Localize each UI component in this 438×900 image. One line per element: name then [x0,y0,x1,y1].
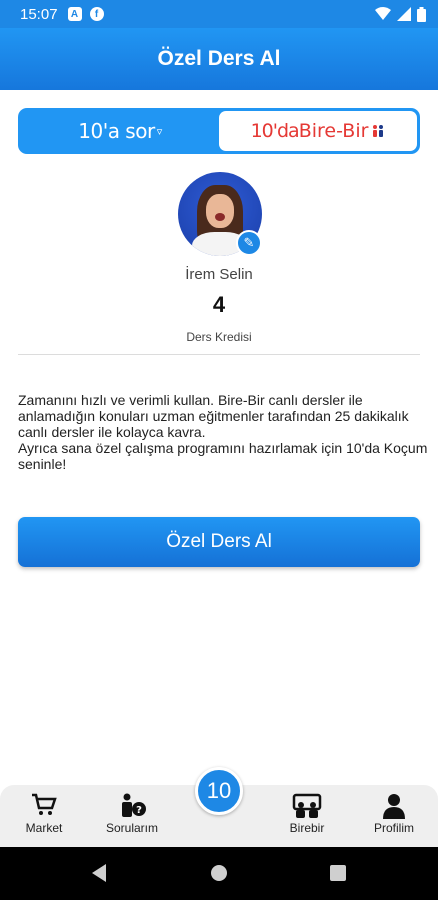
chevron-down-icon: ▿ [156,124,163,138]
nav-item-sorularim[interactable]: ? Sorularım [92,793,172,835]
status-bar: 15:07 A f [0,0,438,28]
page-title: Özel Ders Al [157,47,281,70]
back-icon[interactable] [92,864,106,882]
description-paragraph-1: Zamanını hızlı ve verimli kullan. Bire-B… [18,392,409,440]
wifi-icon [375,7,391,20]
tab-bire-bir-label: Bire-Bir [298,120,369,142]
edit-avatar-button[interactable]: ✎ [236,230,262,256]
android-nav-bar [0,847,438,900]
tab-10a-sor-label: 10'a sor [78,119,155,143]
pencil-icon: ✎ [243,235,255,250]
nav-label-market: Market [25,821,63,835]
nav-label-sorularim: Sorularım [105,821,158,835]
nav-item-birebir[interactable]: Birebir [267,793,347,835]
nav-item-profilim[interactable]: Profilim [354,793,434,835]
tab-10a-sor[interactable]: 10'a sor ▿ [21,111,219,151]
nav-label-profilim: Profilim [373,821,414,835]
nav-item-market[interactable]: Market [4,793,84,835]
battery-icon [417,6,426,22]
private-lesson-button[interactable]: Özel Ders Al [18,517,420,567]
recents-icon[interactable] [330,865,346,881]
description: Zamanını hızlı ve verimli kullan. Bire-B… [18,392,428,472]
tab-10da-prefix: 10'da [250,120,300,142]
user-name: İrem Selin [185,266,253,283]
svg-text:?: ? [136,805,142,816]
question-person-icon: ? [92,793,172,821]
home-icon[interactable] [211,865,227,881]
home-10-button[interactable]: 10 [195,767,243,815]
mode-toggle: 10'a sor ▿ 10'da Bire-Bir [18,108,420,154]
people-icon [373,125,384,137]
cart-icon [4,793,84,821]
notification-a-icon: A [67,7,82,21]
status-right-icons [375,6,426,22]
signal-icon [397,7,411,21]
credit-count: 4 [212,292,226,317]
notification-f-icon: f [89,7,104,21]
divider [18,354,420,355]
status-time: 15:07 [20,5,58,23]
presentation-icon [267,793,347,821]
tab-10da-bire-bir[interactable]: 10'da Bire-Bir [219,111,417,151]
app-bar: Özel Ders Al [0,28,438,90]
nav-label-birebir: Birebir [289,821,325,835]
description-paragraph-2: Ayrıca sana özel çalışma programını hazı… [18,440,428,472]
person-icon [354,793,434,821]
credit-label: Ders Kredisi [186,330,252,344]
